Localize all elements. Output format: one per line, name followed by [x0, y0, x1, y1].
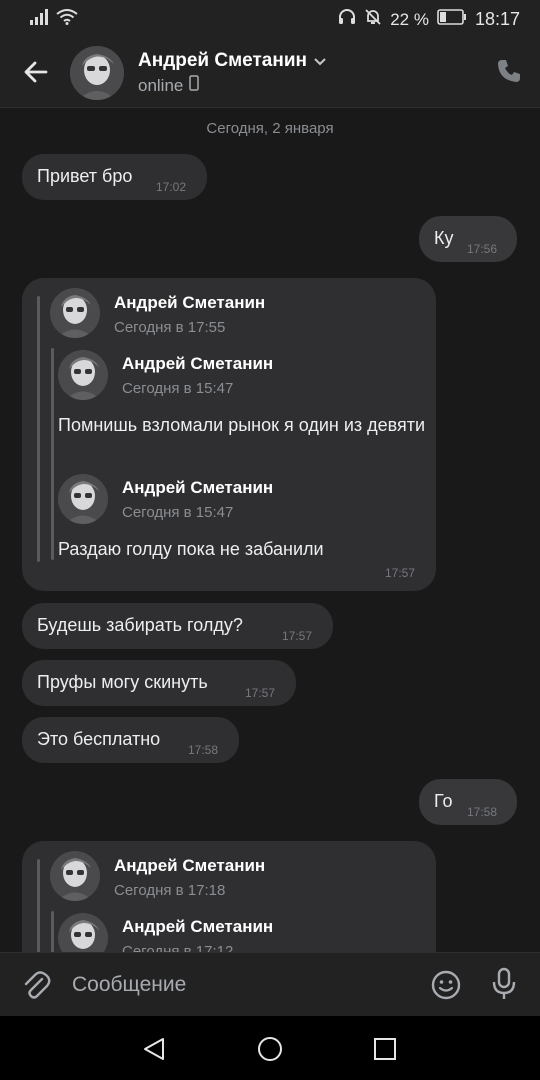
forward-author: Андрей Сметанин [114, 293, 266, 312]
headset-icon [338, 8, 356, 31]
forward-author: Андрей Сметанин [114, 856, 266, 875]
phone-icon[interactable] [496, 58, 522, 84]
forward-author: Андрей Сметанин [122, 478, 274, 497]
forwarded-message-bubble[interactable]: Андрей Сметанин Сегодня в 17:55 Андрей С… [22, 278, 436, 591]
message-bubble[interactable]: Будешь забирать голду? 17:57 [22, 603, 333, 649]
nav-recents-icon[interactable] [372, 1036, 398, 1062]
contact-name-button[interactable]: Андрей Сметанин [138, 50, 327, 72]
paperclip-icon[interactable] [20, 969, 52, 1001]
microphone-icon[interactable] [490, 967, 518, 1001]
wifi-icon [56, 9, 78, 30]
message-time: 17:57 [245, 686, 276, 700]
message-bubble[interactable]: Это бесплатно 17:58 [22, 717, 239, 763]
forward-text: Раздаю голду пока не забанили [58, 539, 324, 559]
system-navigation-bar [0, 1016, 540, 1080]
online-status: online [138, 75, 184, 95]
forward-quote-line [37, 859, 40, 952]
chat-header: Андрей Сметанин online [0, 36, 540, 108]
mute-bell-icon [364, 8, 382, 31]
contact-status: online [138, 75, 200, 96]
message-time: 17:02 [156, 180, 187, 194]
chevron-down-icon [313, 50, 327, 72]
avatar [50, 851, 100, 901]
nav-back-icon[interactable] [141, 1036, 167, 1062]
contact-name: Андрей Сметанин [138, 50, 307, 71]
battery-percent: 22 % [390, 9, 429, 29]
avatar [58, 474, 108, 524]
message-time: 17:58 [467, 805, 498, 819]
message-bubble[interactable]: Привет бро 17:02 [22, 154, 207, 200]
forward-date: Сегодня в 17:12 [122, 943, 234, 952]
message-list[interactable]: Сегодня, 2 января Привет бро 17:02 Ку 17… [0, 109, 540, 952]
emoji-icon[interactable] [430, 969, 462, 1001]
message-composer [0, 952, 540, 1016]
forward-author: Андрей Сметанин [122, 354, 274, 373]
avatar [58, 350, 108, 400]
message-input[interactable] [72, 967, 402, 1003]
nav-home-icon[interactable] [257, 1036, 283, 1062]
status-bar: 22 % 18:17 [0, 0, 540, 36]
message-bubble[interactable]: Пруфы могу скинуть 17:57 [22, 660, 296, 706]
avatar [58, 913, 108, 952]
mobile-icon [189, 75, 200, 96]
battery-icon [437, 9, 467, 30]
message-bubble-outgoing[interactable]: Ку 17:56 [419, 216, 517, 262]
forwarded-message-bubble[interactable]: Андрей Сметанин Сегодня в 17:18 Андрей С… [22, 841, 436, 952]
message-text: Будешь забирать голду? [37, 615, 243, 635]
message-text: Пруфы могу скинуть [37, 672, 208, 692]
signal-icon [30, 9, 50, 30]
forward-quote-line [51, 911, 54, 952]
message-text: Го [434, 791, 453, 811]
forward-date: Сегодня в 17:18 [114, 882, 226, 899]
forward-date: Сегодня в 17:55 [114, 319, 226, 336]
forward-quote-line [37, 296, 40, 562]
avatar [50, 288, 100, 338]
avatar[interactable] [70, 46, 124, 100]
message-time: 17:56 [467, 242, 498, 256]
clock: 18:17 [474, 9, 520, 29]
message-time: 17:58 [188, 743, 219, 757]
forward-date: Сегодня в 15:47 [122, 504, 234, 521]
message-text: Ку [434, 228, 454, 248]
message-text: Это бесплатно [37, 729, 161, 749]
message-time: 17:57 [282, 629, 313, 643]
forward-author: Андрей Сметанин [122, 917, 274, 936]
message-text: Привет бро [37, 166, 133, 186]
back-arrow-icon[interactable] [20, 56, 52, 88]
message-bubble-outgoing[interactable]: Го 17:58 [419, 779, 517, 825]
message-time: 17:57 [385, 566, 416, 580]
forward-date: Сегодня в 15:47 [122, 380, 234, 397]
date-separator: Сегодня, 2 января [206, 120, 334, 137]
forward-text: Помнишь взломали рынок я один из девяти [58, 415, 426, 435]
forward-quote-line [51, 348, 54, 560]
